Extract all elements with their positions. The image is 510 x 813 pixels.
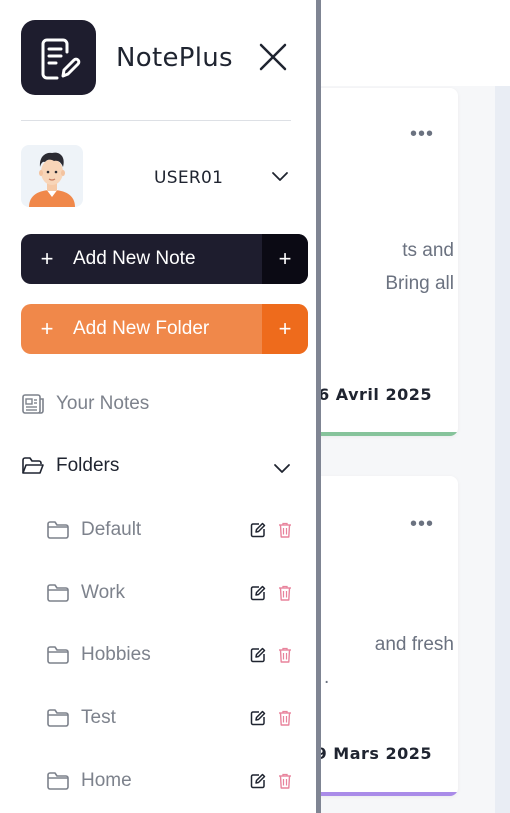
note-date: 6 Avril 2025 bbox=[318, 385, 432, 404]
folder-icon bbox=[47, 709, 69, 727]
plus-icon: + bbox=[40, 316, 54, 341]
folder-icon bbox=[47, 521, 69, 539]
user-menu-toggle[interactable] bbox=[271, 170, 289, 182]
nav-folders[interactable]: Folders bbox=[22, 455, 119, 477]
folder-name[interactable]: Test bbox=[81, 707, 250, 729]
folder-name[interactable]: Hobbies bbox=[81, 644, 250, 666]
nav-your-notes-label: Your Notes bbox=[56, 393, 150, 414]
drawer-border bbox=[316, 0, 321, 813]
chevron-down-icon bbox=[274, 464, 290, 473]
app-logo bbox=[21, 20, 96, 95]
note-edit-icon bbox=[41, 38, 80, 79]
note-card[interactable]: ••• and fresh . 9 Mars 2025 bbox=[300, 476, 458, 796]
folder-name[interactable]: Work bbox=[81, 582, 250, 604]
add-new-note-label: Add New Note bbox=[73, 248, 196, 269]
folder-item[interactable]: Work bbox=[47, 578, 292, 608]
note-snippet: and fresh . bbox=[324, 634, 454, 688]
note-snippet: ts and Bring all bbox=[385, 240, 454, 294]
edit-icon[interactable] bbox=[250, 647, 266, 663]
app-name: NotePlus bbox=[116, 43, 233, 73]
edit-icon[interactable] bbox=[250, 710, 266, 726]
close-icon bbox=[259, 43, 287, 71]
edit-icon[interactable] bbox=[250, 522, 266, 538]
plus-icon: + bbox=[262, 234, 308, 284]
plus-icon: + bbox=[40, 246, 54, 271]
edit-icon[interactable] bbox=[250, 585, 266, 601]
folders-toggle[interactable] bbox=[273, 462, 291, 474]
folder-item[interactable]: Home bbox=[47, 766, 292, 796]
notes-icon bbox=[22, 394, 44, 414]
trash-icon[interactable] bbox=[278, 585, 292, 601]
scroll-rail[interactable] bbox=[495, 86, 510, 813]
header-divider bbox=[21, 120, 291, 121]
trash-icon[interactable] bbox=[278, 522, 292, 538]
folder-item[interactable]: Default bbox=[47, 515, 292, 545]
avatar[interactable] bbox=[21, 145, 83, 207]
add-new-folder-label: Add New Folder bbox=[73, 318, 210, 339]
folder-icon bbox=[47, 584, 69, 602]
folder-item[interactable]: Test bbox=[47, 703, 292, 733]
note-card[interactable]: ••• ts and Bring all 6 Avril 2025 bbox=[300, 88, 458, 436]
note-accent-line bbox=[300, 792, 458, 796]
side-drawer: NotePlus USER01 + Add New Note + + Add N… bbox=[0, 0, 316, 813]
chevron-down-icon bbox=[272, 172, 288, 181]
note-menu-icon[interactable]: ••• bbox=[410, 514, 434, 534]
close-drawer-button[interactable] bbox=[256, 40, 290, 74]
folder-name[interactable]: Home bbox=[81, 770, 250, 792]
nav-folders-label: Folders bbox=[56, 455, 120, 476]
trash-icon[interactable] bbox=[278, 773, 292, 789]
user-avatar-icon bbox=[29, 152, 75, 207]
trash-icon[interactable] bbox=[278, 710, 292, 726]
trash-icon[interactable] bbox=[278, 647, 292, 663]
username: USER01 bbox=[154, 168, 224, 188]
note-date: 9 Mars 2025 bbox=[315, 744, 432, 763]
folder-item[interactable]: Hobbies bbox=[47, 640, 292, 670]
edit-icon[interactable] bbox=[250, 773, 266, 789]
folder-icon bbox=[47, 772, 69, 790]
folder-name[interactable]: Default bbox=[81, 519, 250, 541]
plus-icon: + bbox=[262, 304, 308, 354]
nav-your-notes[interactable]: Your Notes bbox=[22, 393, 149, 415]
add-new-folder-button[interactable]: + Add New Folder + bbox=[21, 304, 308, 354]
folder-icon bbox=[47, 646, 69, 664]
note-accent-line bbox=[300, 432, 458, 436]
note-menu-icon[interactable]: ••• bbox=[410, 124, 434, 144]
add-new-note-button[interactable]: + Add New Note + bbox=[21, 234, 308, 284]
folder-open-icon bbox=[22, 457, 44, 474]
